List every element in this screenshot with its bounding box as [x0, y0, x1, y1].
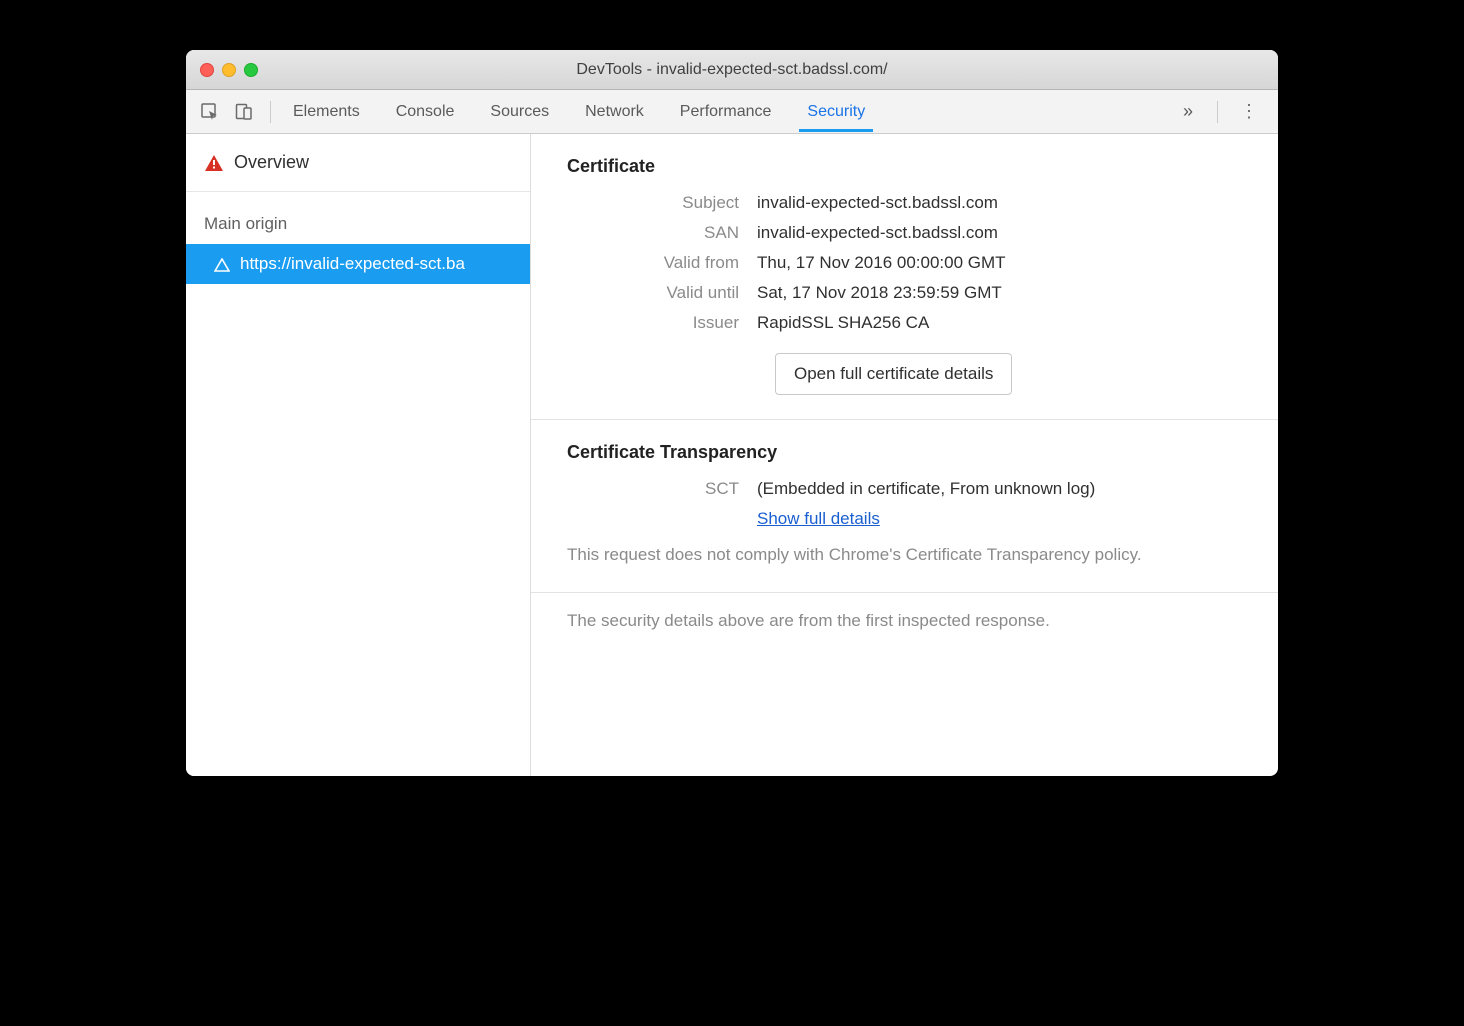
cert-row-valid-from: Valid from Thu, 17 Nov 2016 00:00:00 GMT [567, 253, 1242, 273]
open-certificate-details-button[interactable]: Open full certificate details [775, 353, 1012, 395]
ct-row-link: Show full details [567, 509, 1242, 529]
cert-key: Subject [567, 193, 757, 213]
device-toggle-icon[interactable] [230, 98, 258, 126]
cert-value: Sat, 17 Nov 2018 23:59:59 GMT [757, 283, 1002, 303]
security-sidebar: Overview Main origin https://invalid-exp… [186, 134, 531, 776]
devtools-window: DevTools - invalid-expected-sct.badssl.c… [186, 50, 1278, 776]
window-title: DevTools - invalid-expected-sct.badssl.c… [186, 61, 1278, 79]
tab-performance[interactable]: Performance [678, 93, 774, 131]
close-window-button[interactable] [200, 63, 214, 77]
origin-url: https://invalid-expected-sct.ba [240, 254, 465, 274]
warning-triangle-outline-icon [214, 257, 230, 271]
more-tabs-icon[interactable]: » [1171, 101, 1205, 122]
minimize-window-button[interactable] [222, 63, 236, 77]
cert-value: invalid-expected-sct.badssl.com [757, 193, 998, 213]
cert-row-san: SAN invalid-expected-sct.badssl.com [567, 223, 1242, 243]
cert-value: invalid-expected-sct.badssl.com [757, 223, 998, 243]
cert-key: Valid until [567, 283, 757, 303]
devtools-menu-icon[interactable]: ⋮ [1230, 101, 1268, 122]
tab-sources[interactable]: Sources [488, 93, 551, 131]
certificate-heading: Certificate [567, 156, 1242, 177]
origin-item[interactable]: https://invalid-expected-sct.ba [186, 244, 530, 284]
cert-row-subject: Subject invalid-expected-sct.badssl.com [567, 193, 1242, 213]
footer-note: The security details above are from the … [531, 593, 1278, 649]
cert-value: RapidSSL SHA256 CA [757, 313, 929, 333]
certificate-panel: Certificate Subject invalid-expected-sct… [531, 134, 1278, 420]
devtools-tabs: Elements Console Sources Network Perform… [291, 93, 1165, 131]
tab-security[interactable]: Security [805, 93, 867, 131]
ct-policy-note: This request does not comply with Chrome… [567, 543, 1242, 568]
overview-row[interactable]: Overview [186, 134, 530, 192]
zoom-window-button[interactable] [244, 63, 258, 77]
devtools-toolbar: Elements Console Sources Network Perform… [186, 90, 1278, 134]
ct-heading: Certificate Transparency [567, 442, 1242, 463]
overview-label: Overview [234, 152, 309, 173]
cert-key: Valid from [567, 253, 757, 273]
cert-value: Thu, 17 Nov 2016 00:00:00 GMT [757, 253, 1006, 273]
ct-key: SCT [567, 479, 757, 499]
tab-network[interactable]: Network [583, 93, 646, 131]
toolbar-separator [1217, 101, 1218, 123]
titlebar: DevTools - invalid-expected-sct.badssl.c… [186, 50, 1278, 90]
warning-triangle-icon [204, 154, 224, 172]
ct-row-sct: SCT (Embedded in certificate, From unkno… [567, 479, 1242, 499]
show-full-details-link[interactable]: Show full details [757, 509, 880, 528]
tab-elements[interactable]: Elements [291, 93, 362, 131]
tab-console[interactable]: Console [394, 93, 457, 131]
security-main: Certificate Subject invalid-expected-sct… [531, 134, 1278, 776]
ct-value: (Embedded in certificate, From unknown l… [757, 479, 1095, 499]
main-origin-label: Main origin [186, 192, 530, 244]
cert-key: SAN [567, 223, 757, 243]
panel-body: Overview Main origin https://invalid-exp… [186, 134, 1278, 776]
cert-key: Issuer [567, 313, 757, 333]
traffic-lights [186, 63, 258, 77]
toolbar-separator [270, 101, 271, 123]
inspect-element-icon[interactable] [196, 98, 224, 126]
ct-panel: Certificate Transparency SCT (Embedded i… [531, 420, 1278, 593]
cert-row-valid-until: Valid until Sat, 17 Nov 2018 23:59:59 GM… [567, 283, 1242, 303]
cert-row-issuer: Issuer RapidSSL SHA256 CA [567, 313, 1242, 333]
